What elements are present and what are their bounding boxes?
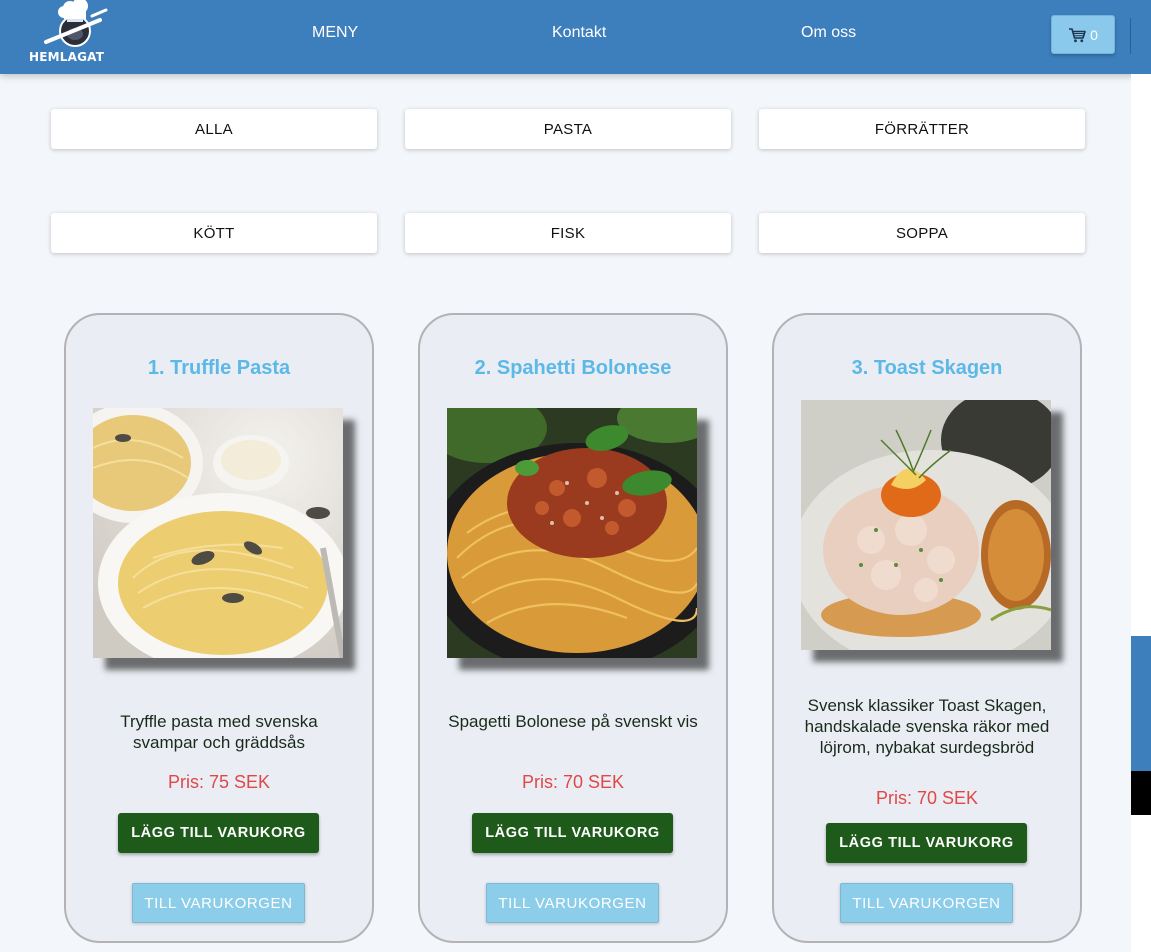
product-card: 2. Spahetti Bolonese Spagetti Bolonese p… bbox=[418, 313, 728, 943]
product-image-spaghetti-bolognese bbox=[447, 408, 697, 658]
chef-hat-icon bbox=[44, 0, 108, 47]
add-to-cart-button[interactable]: LÄGG TILL VARUKORG bbox=[826, 823, 1027, 863]
nav-divider bbox=[1130, 18, 1131, 54]
side-tab-black[interactable] bbox=[1131, 771, 1151, 815]
category-alla-button[interactable]: ALLA bbox=[51, 109, 377, 149]
product-price: Pris: 70 SEK bbox=[875, 788, 979, 808]
product-image-truffle-pasta bbox=[93, 408, 343, 658]
product-price: Pris: 70 SEK bbox=[521, 772, 625, 792]
cart-button[interactable]: 0 bbox=[1051, 15, 1115, 54]
category-soppa-button[interactable]: SOPPA bbox=[759, 213, 1085, 253]
product-card: 1. Truffle Pasta Tryffle pasta med svens… bbox=[64, 313, 374, 943]
category-fisk-button[interactable]: FISK bbox=[405, 213, 731, 253]
nav-link-meny[interactable]: MENY bbox=[312, 24, 358, 42]
go-to-cart-button[interactable]: TILL VARUKORGEN bbox=[486, 883, 659, 923]
category-forratter-button[interactable]: FÖRRÄTTER bbox=[759, 109, 1085, 149]
product-title: 3. Toast Skagen bbox=[851, 357, 1003, 379]
product-title: 2. Spahetti Bolonese bbox=[474, 357, 672, 379]
category-kott-button[interactable]: KÖTT bbox=[51, 213, 377, 253]
product-card: 3. Toast Skagen Svensk klassiker Toast S… bbox=[772, 313, 1082, 943]
product-description: Svensk klassiker Toast Skagen, handskala… bbox=[804, 696, 1050, 757]
go-to-cart-button[interactable]: TILL VARUKORGEN bbox=[840, 883, 1013, 923]
cart-count: 0 bbox=[1090, 26, 1098, 43]
side-tab-blue[interactable] bbox=[1131, 636, 1151, 771]
product-description: Spagetti Bolonese på svenskt vis bbox=[448, 712, 698, 731]
shopping-cart-icon bbox=[1069, 27, 1086, 42]
brand-logo[interactable]: HEMLAGAT bbox=[26, 0, 116, 70]
category-pasta-button[interactable]: PASTA bbox=[405, 109, 731, 149]
add-to-cart-button[interactable]: LÄGG TILL VARUKORG bbox=[118, 813, 319, 853]
right-edge-strip bbox=[1131, 74, 1151, 952]
add-to-cart-button[interactable]: LÄGG TILL VARUKORG bbox=[472, 813, 673, 853]
navbar: HEMLAGAT MENY Kontakt Om oss 0 bbox=[0, 0, 1151, 74]
nav-link-om-oss[interactable]: Om oss bbox=[801, 24, 856, 42]
product-description: Tryffle pasta med svenska svampar och gr… bbox=[120, 712, 318, 752]
go-to-cart-button[interactable]: TILL VARUKORGEN bbox=[132, 883, 305, 923]
brand-name: HEMLAGAT bbox=[29, 50, 105, 64]
product-title: 1. Truffle Pasta bbox=[147, 357, 291, 379]
nav-link-kontakt[interactable]: Kontakt bbox=[552, 24, 606, 42]
product-image-toast-skagen bbox=[801, 400, 1051, 650]
product-price: Pris: 75 SEK bbox=[167, 772, 271, 792]
